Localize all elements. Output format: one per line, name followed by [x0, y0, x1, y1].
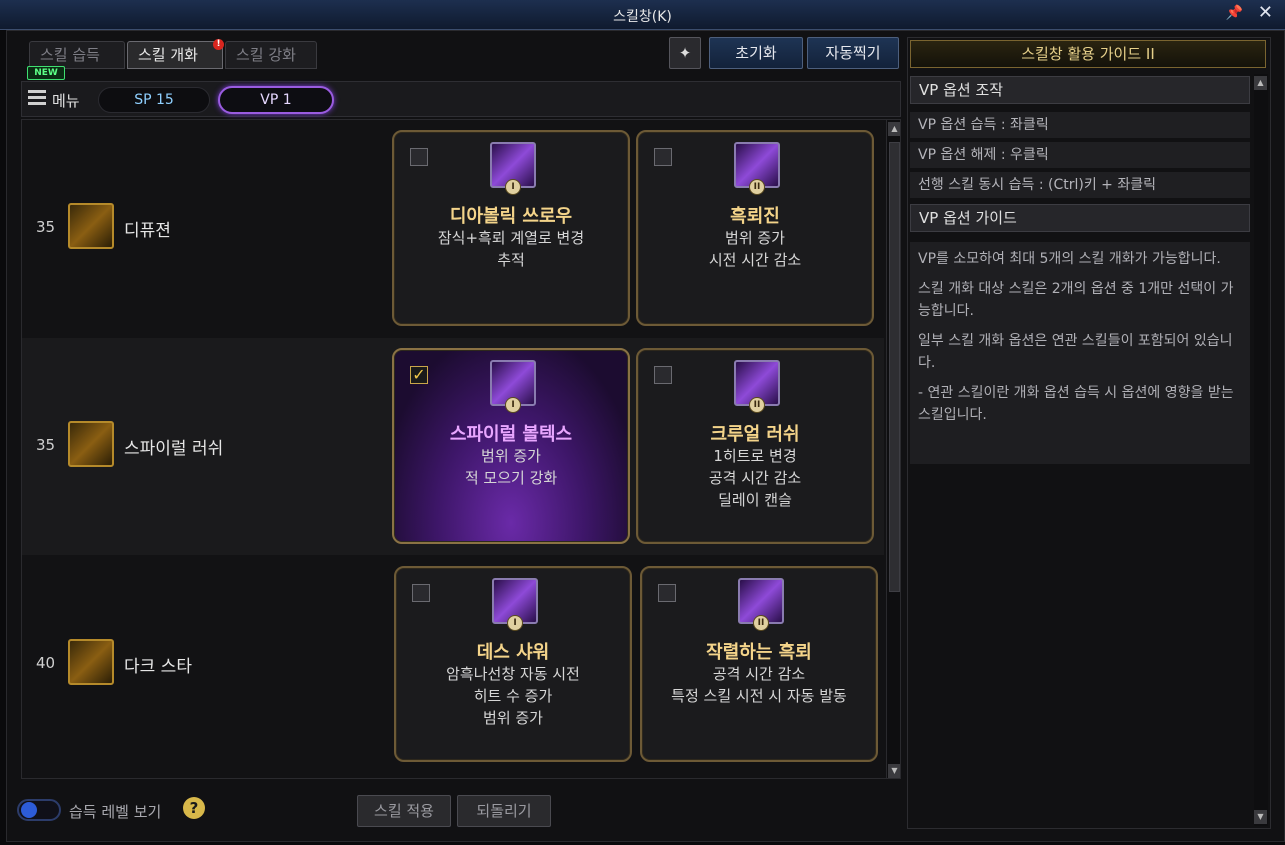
- menu-bar: 메뉴 SP 15 VP 1: [21, 81, 901, 117]
- option-skill-icon: II: [734, 142, 780, 195]
- skill-row: 35 스파이럴 러쉬 ✓ I 스파이럴 볼텍스 범위 증가 적 모으기 강화 I…: [22, 338, 884, 555]
- option-checkbox-checked[interactable]: ✓: [410, 366, 428, 384]
- guide-paragraph: - 연관 스킬이란 개화 옵션 습득 시 옵션에 영향을 받는 스킬입니다.: [918, 385, 1234, 423]
- tab-skill-bloom[interactable]: 스킬 개화: [127, 41, 223, 69]
- option-title: 스파이럴 볼텍스: [449, 424, 573, 445]
- skill-name: 스파이럴 러쉬: [124, 439, 224, 459]
- control-row: VP 옵션 습득 : 좌클릭: [910, 112, 1250, 138]
- vp-counter: VP 1: [218, 86, 334, 114]
- tab-skill-enhance[interactable]: 스킬 강화: [225, 41, 317, 69]
- scroll-thumb[interactable]: [889, 142, 900, 592]
- skill-list: 35 디퓨젼 I 디아볼릭 쓰로우 잠식+흑뢰 계열로 변경 추적 II 흑뢰진…: [21, 119, 901, 779]
- control-row: VP 옵션 해제 : 우클릭: [910, 142, 1250, 168]
- guide-paragraph: 일부 스킬 개화 옵션은 연관 스킬들이 포함되어 있습니다.: [918, 333, 1233, 371]
- skill-window: 스킬 습득 스킬 개화 스킬 강화 ! NEW ✦ 초기화 자동찍기 메뉴 SP…: [6, 30, 1285, 842]
- option-desc: 1히트로 변경: [713, 447, 797, 465]
- menu-label[interactable]: 메뉴: [52, 90, 80, 111]
- toggle-label: 습득 레벨 보기: [69, 803, 162, 821]
- option-desc: 시전 시간 감소: [708, 251, 802, 269]
- skill-row: 40 다크 스타 I 데스 샤워 암흑나선창 자동 시전 히트 수 증가 범위 …: [22, 556, 884, 773]
- option-title: 작렬하는 흑뢰: [706, 642, 812, 663]
- diffusion-skill-icon[interactable]: [68, 203, 114, 249]
- dark-star-skill-icon[interactable]: [68, 639, 114, 685]
- skill-level: 35: [36, 218, 56, 236]
- spiral-rush-skill-icon[interactable]: [68, 421, 114, 467]
- option-card[interactable]: I 데스 샤워 암흑나선창 자동 시전 히트 수 증가 범위 증가: [394, 566, 632, 762]
- help-icon[interactable]: ?: [183, 797, 205, 819]
- option-checkbox[interactable]: [410, 148, 428, 166]
- apply-skill-button[interactable]: 스킬 적용: [357, 795, 451, 827]
- skill-level: 35: [36, 436, 56, 454]
- option-desc: 특정 스킬 시전 시 자동 발동: [671, 687, 847, 705]
- option-skill-icon: I: [492, 578, 538, 631]
- skill-name: 다크 스타: [124, 657, 192, 677]
- star-icon: ✦: [678, 44, 692, 62]
- auto-assign-button[interactable]: 자동찍기: [807, 37, 899, 69]
- reset-button[interactable]: 초기화: [709, 37, 803, 69]
- option-skill-icon: II: [734, 360, 780, 413]
- new-badge: NEW: [27, 66, 65, 80]
- alert-badge: !: [213, 39, 224, 50]
- hamburger-menu-icon[interactable]: [28, 90, 46, 106]
- skill-row: 35 디퓨젼 I 디아볼릭 쓰로우 잠식+흑뢰 계열로 변경 추적 II 흑뢰진…: [22, 120, 884, 337]
- guide-scrollbar[interactable]: ▲ ▼: [1254, 74, 1268, 826]
- option-title: 크루얼 러쉬: [710, 424, 800, 445]
- option-card[interactable]: II 크루얼 러쉬 1히트로 변경 공격 시간 감소 딜레이 캔슬: [636, 348, 874, 544]
- option-desc: 범위 증가: [483, 709, 543, 727]
- option-title: 디아볼릭 쓰로우: [449, 206, 573, 227]
- option-desc: 적 모으기 강화: [464, 469, 558, 487]
- option-desc: 공격 시간 감소: [708, 469, 802, 487]
- option-desc: 잠식+흑뢰 계열로 변경: [437, 229, 585, 247]
- option-card[interactable]: II 흑뢰진 범위 증가 시전 시간 감소: [636, 130, 874, 326]
- option-checkbox[interactable]: [412, 584, 430, 602]
- option-card[interactable]: II 작렬하는 흑뢰 공격 시간 감소 특정 스킬 시전 시 자동 발동: [640, 566, 878, 762]
- vp-control-header: VP 옵션 조작: [910, 76, 1250, 104]
- skill-name: 디퓨젼: [124, 221, 171, 241]
- tab-skill-learn[interactable]: 스킬 습득: [29, 41, 125, 69]
- close-icon[interactable]: ✕: [1258, 2, 1273, 23]
- guide-body: VP를 소모하여 최대 5개의 스킬 개화가 가능합니다. 스킬 개화 대상 스…: [910, 242, 1250, 464]
- option-checkbox[interactable]: [654, 366, 672, 384]
- option-desc: 암흑나선창 자동 시전: [446, 665, 580, 683]
- option-card[interactable]: I 디아볼릭 쓰로우 잠식+흑뢰 계열로 변경 추적: [392, 130, 630, 326]
- window-titlebar: 스킬창(K) 📌 ✕: [0, 0, 1285, 30]
- option-desc: 딜레이 캔슬: [718, 491, 792, 509]
- sp-counter: SP 15: [98, 87, 210, 113]
- option-checkbox[interactable]: [658, 584, 676, 602]
- option-desc: 범위 증가: [725, 229, 785, 247]
- window-title: 스킬창(K): [613, 9, 672, 25]
- option-checkbox[interactable]: [654, 148, 672, 166]
- option-title: 데스 샤워: [476, 642, 550, 663]
- guide-paragraph: 스킬 개화 대상 스킬은 2개의 옵션 중 1개만 선택이 가능합니다.: [918, 281, 1234, 319]
- option-card-selected[interactable]: ✓ I 스파이럴 볼텍스 범위 증가 적 모으기 강화: [392, 348, 630, 544]
- star-tool-button[interactable]: ✦: [669, 37, 701, 69]
- scroll-up-icon[interactable]: ▲: [888, 122, 900, 136]
- vp-guide-header: VP 옵션 가이드: [910, 204, 1250, 232]
- revert-button[interactable]: 되돌리기: [457, 795, 551, 827]
- scroll-up-icon[interactable]: ▲: [1254, 76, 1267, 90]
- guide-paragraph: VP를 소모하여 최대 5개의 스킬 개화가 가능합니다.: [918, 251, 1221, 267]
- show-learn-level-toggle[interactable]: [17, 799, 61, 821]
- scroll-down-icon[interactable]: ▼: [1254, 810, 1267, 824]
- option-title: 흑뢰진: [730, 206, 780, 227]
- option-desc: 범위 증가: [481, 447, 541, 465]
- guide-title: 스킬창 활용 가이드 II: [910, 40, 1266, 68]
- pin-icon[interactable]: 📌: [1226, 5, 1243, 21]
- option-desc: 추적: [497, 251, 525, 269]
- skill-list-scrollbar[interactable]: ▲ ▼: [886, 120, 900, 778]
- option-skill-icon: I: [490, 360, 536, 413]
- guide-panel: 스킬창 활용 가이드 II VP 옵션 조작 VP 옵션 습득 : 좌클릭 VP…: [907, 37, 1271, 829]
- skill-level: 40: [36, 654, 56, 672]
- option-desc: 히트 수 증가: [473, 687, 553, 705]
- option-skill-icon: I: [490, 142, 536, 195]
- option-skill-icon: II: [738, 578, 784, 631]
- control-row: 선행 스킬 동시 습득 : (Ctrl)키 + 좌클릭: [910, 172, 1250, 198]
- scroll-down-icon[interactable]: ▼: [888, 764, 900, 778]
- option-desc: 공격 시간 감소: [712, 665, 806, 683]
